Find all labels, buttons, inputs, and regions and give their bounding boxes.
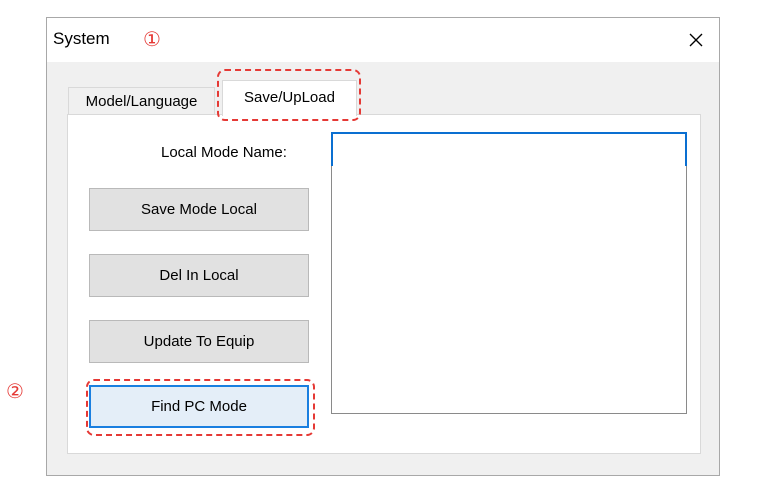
close-icon [688, 32, 704, 48]
callout-highlight-2 [86, 379, 315, 436]
del-in-local-button[interactable]: Del In Local [89, 254, 309, 297]
local-mode-name-input[interactable] [331, 132, 687, 168]
window-title: System [53, 29, 110, 48]
local-mode-name-label: Local Mode Name: [161, 144, 287, 161]
callout-marker-1: ① [143, 27, 161, 51]
tab-model-language[interactable]: Model/Language [68, 87, 215, 115]
local-mode-list[interactable] [331, 166, 687, 414]
callout-marker-2: ② [6, 379, 24, 403]
close-button[interactable] [679, 23, 713, 57]
screenshot-stage: System Model/Language Save/UpLoad Local … [0, 0, 768, 493]
save-mode-local-button[interactable]: Save Mode Local [89, 188, 309, 231]
system-dialog: System Model/Language Save/UpLoad Local … [46, 17, 720, 476]
update-to-equip-button[interactable]: Update To Equip [89, 320, 309, 363]
tab-save-upload[interactable]: Save/UpLoad [222, 80, 357, 116]
